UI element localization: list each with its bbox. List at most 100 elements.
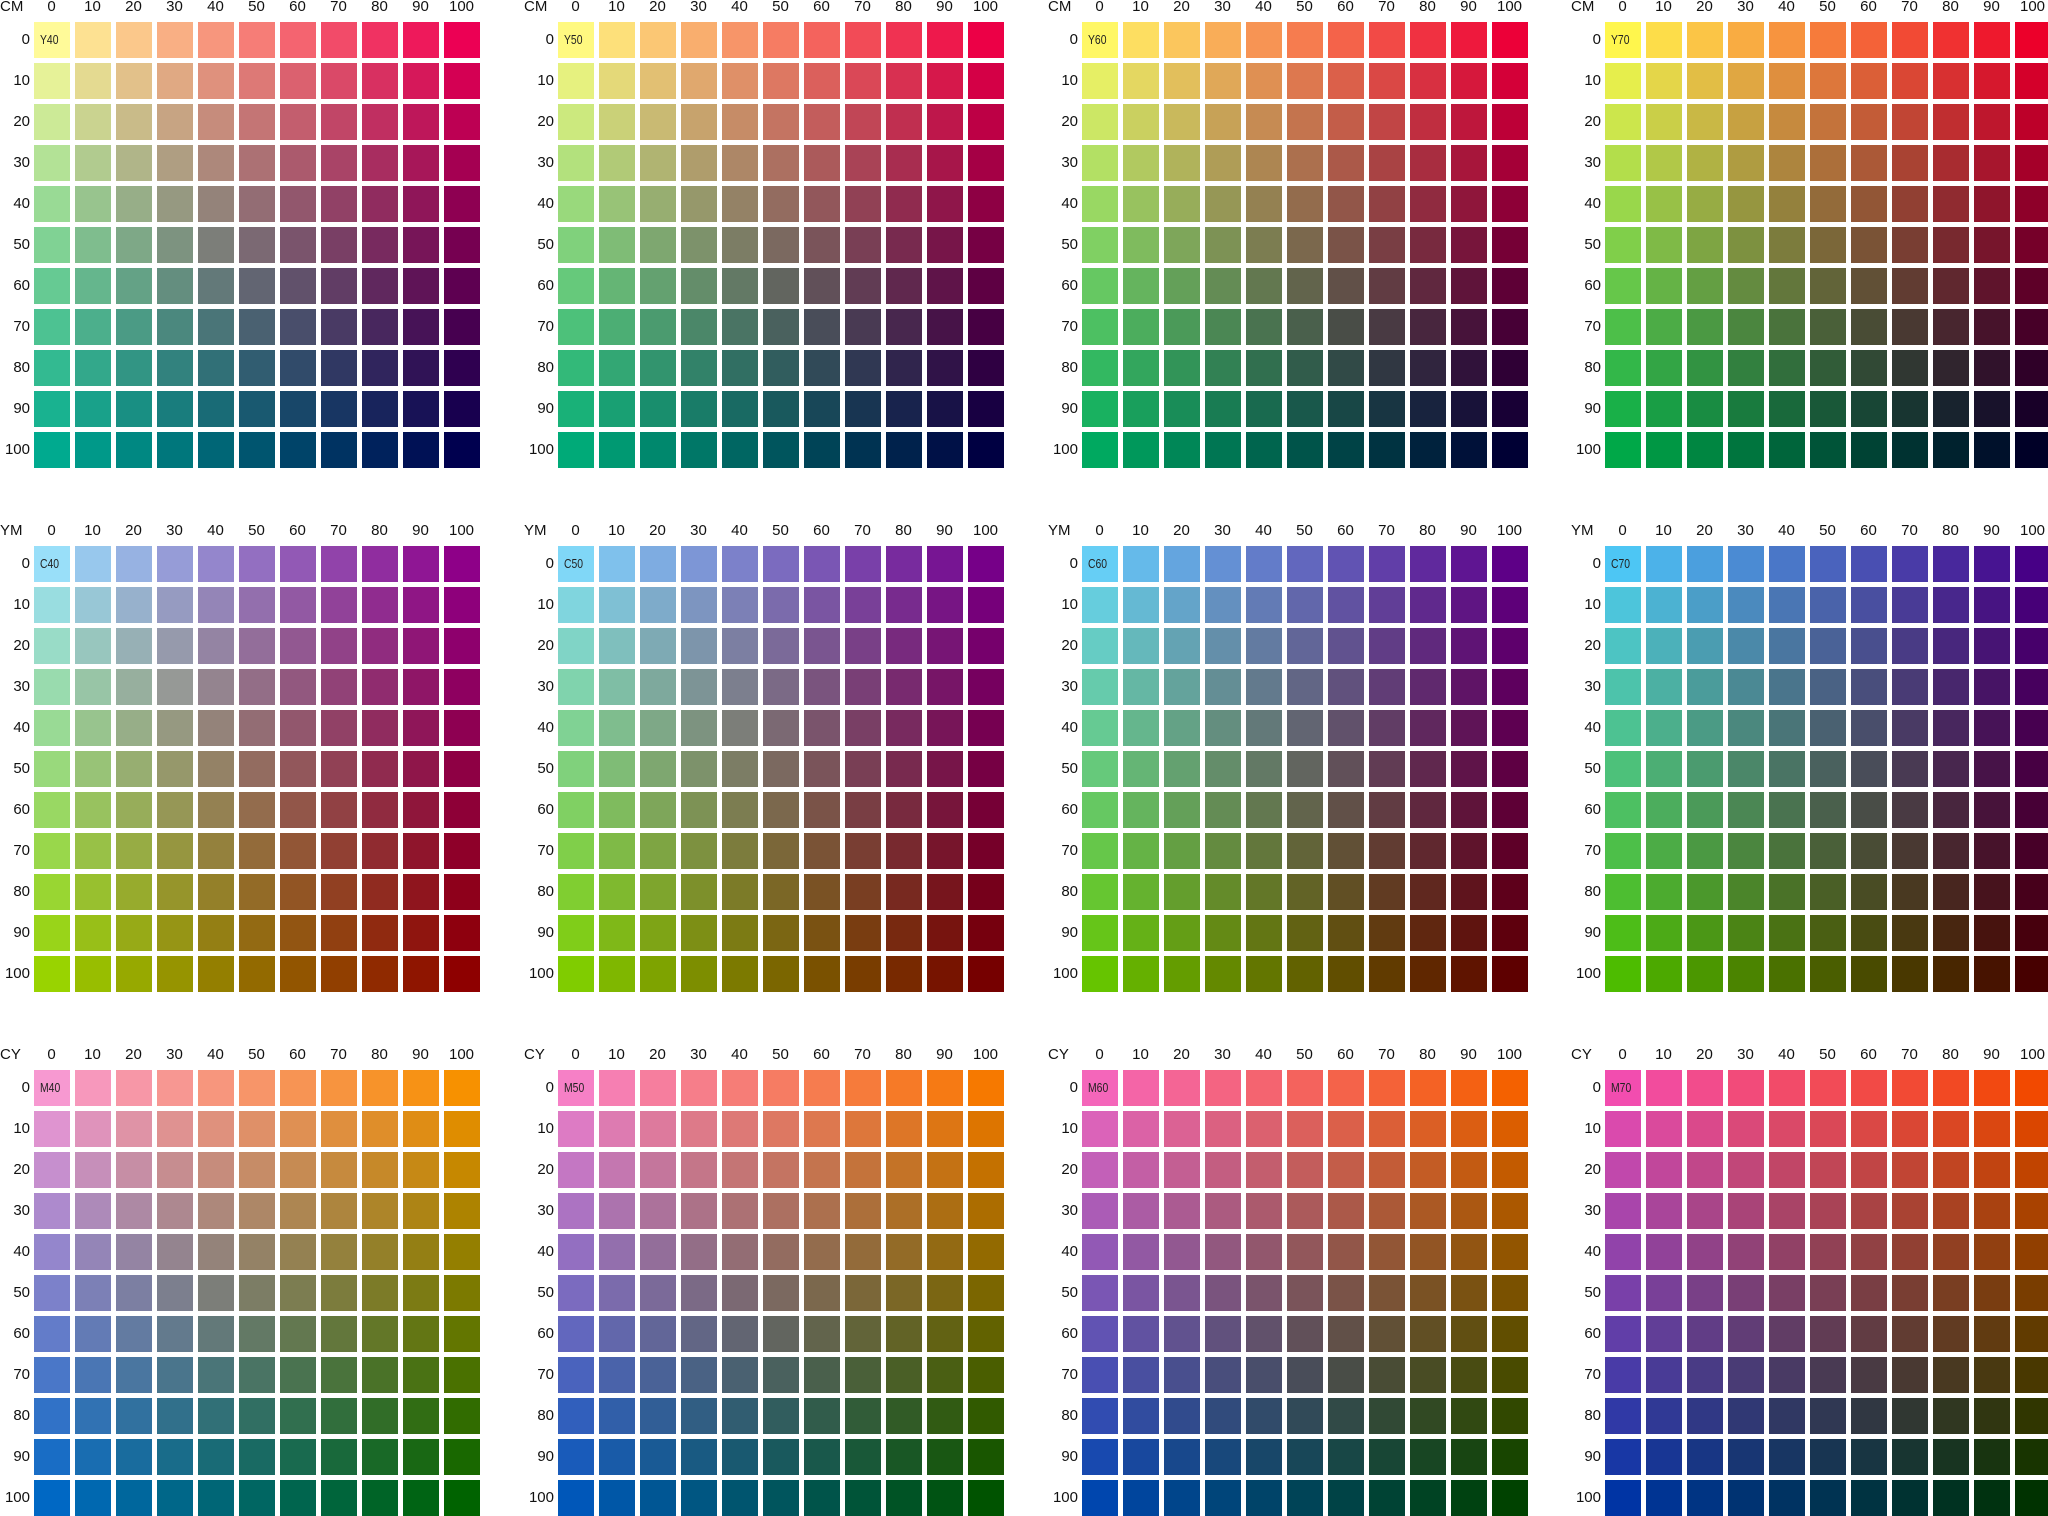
- color-swatch: [927, 145, 963, 181]
- color-swatch: [75, 227, 111, 263]
- axis-corner-label: YM: [0, 522, 23, 539]
- column-label: 30: [1214, 1046, 1231, 1063]
- row-label: 70: [1061, 842, 1078, 859]
- color-swatch: [968, 710, 1004, 746]
- row-label: 30: [1584, 154, 1601, 171]
- color-swatch: [1287, 432, 1323, 468]
- color-swatch: [198, 1070, 234, 1106]
- row-label: 80: [1584, 359, 1601, 376]
- color-swatch: [558, 1111, 594, 1147]
- color-swatch: [444, 669, 480, 705]
- color-swatch: [2015, 1316, 2048, 1352]
- color-swatch: [1605, 751, 1641, 787]
- row-label: 90: [13, 1448, 30, 1465]
- color-swatch: [681, 669, 717, 705]
- row-label: 20: [1061, 637, 1078, 654]
- color-swatch: [1892, 268, 1928, 304]
- column-label: 70: [330, 522, 347, 539]
- color-swatch: [681, 391, 717, 427]
- color-swatch: [1246, 1439, 1282, 1475]
- color-swatch: [444, 391, 480, 427]
- color-swatch: [763, 350, 799, 386]
- color-swatch: [157, 1275, 193, 1311]
- color-swatch: [157, 956, 193, 992]
- color-swatch: [1123, 1398, 1159, 1434]
- color-swatch: [804, 956, 840, 992]
- column-label: 70: [1378, 522, 1395, 539]
- color-swatch: [444, 1275, 480, 1311]
- color-swatch: [1687, 1439, 1723, 1475]
- row-label: 30: [1061, 1202, 1078, 1219]
- color-swatch: [321, 1275, 357, 1311]
- color-swatch: [1287, 956, 1323, 992]
- color-swatch: [927, 874, 963, 910]
- color-swatch: [1851, 1193, 1887, 1229]
- color-swatch: [1492, 1193, 1528, 1229]
- color-swatch: [1769, 309, 1805, 345]
- color-swatch: [886, 751, 922, 787]
- column-label: 20: [649, 0, 666, 15]
- color-swatch: [1687, 350, 1723, 386]
- color-swatch: [1205, 268, 1241, 304]
- color-swatch: [763, 546, 799, 582]
- axis-corner-label: CY: [524, 1046, 545, 1063]
- color-swatch: [1851, 833, 1887, 869]
- color-swatch: [1605, 710, 1641, 746]
- color-swatch: [1205, 956, 1241, 992]
- color-swatch: [362, 22, 398, 58]
- color-swatch: [75, 186, 111, 222]
- color-swatch: [116, 1480, 152, 1516]
- column-label: 90: [1983, 1046, 2000, 1063]
- color-swatch: [1492, 227, 1528, 263]
- color-swatch: [34, 1398, 70, 1434]
- row-label: 50: [537, 236, 554, 253]
- color-swatch: [968, 1398, 1004, 1434]
- color-swatch: [1933, 22, 1969, 58]
- color-swatch: [239, 1070, 275, 1106]
- color-swatch: [444, 63, 480, 99]
- color-swatch: [444, 546, 480, 582]
- color-swatch: [1892, 145, 1928, 181]
- color-swatch: [1246, 956, 1282, 992]
- color-swatch: [1851, 1357, 1887, 1393]
- color-swatch: [1164, 1439, 1200, 1475]
- color-swatch: [1492, 915, 1528, 951]
- column-label: 50: [772, 1046, 789, 1063]
- color-swatch: [558, 1398, 594, 1434]
- color-swatch: [403, 587, 439, 623]
- color-swatch: [1687, 710, 1723, 746]
- color-swatch: [362, 1275, 398, 1311]
- color-swatch: [722, 792, 758, 828]
- row-label: 90: [1061, 400, 1078, 417]
- color-swatch: [722, 956, 758, 992]
- color-swatch: [804, 546, 840, 582]
- row-label: 90: [1584, 1448, 1601, 1465]
- color-swatch: [75, 1316, 111, 1352]
- color-swatch: [804, 186, 840, 222]
- color-swatch: [1369, 833, 1405, 869]
- color-swatch: [1082, 792, 1118, 828]
- color-swatch: [1410, 1357, 1446, 1393]
- color-swatch: [681, 1111, 717, 1147]
- color-swatch: [804, 833, 840, 869]
- color-swatch: [1851, 1111, 1887, 1147]
- color-swatch: [239, 432, 275, 468]
- color-swatch: [1369, 227, 1405, 263]
- color-swatch: [804, 227, 840, 263]
- color-swatch: [2015, 1234, 2048, 1270]
- color-swatch: [403, 833, 439, 869]
- color-swatch: [362, 63, 398, 99]
- color-swatch: [280, 710, 316, 746]
- color-swatch: [2015, 268, 2048, 304]
- color-swatch: [239, 1398, 275, 1434]
- color-swatch: [2015, 1275, 2048, 1311]
- row-label: 30: [537, 154, 554, 171]
- color-swatch: [2015, 1439, 2048, 1475]
- color-swatch: [1246, 710, 1282, 746]
- color-swatch: [681, 587, 717, 623]
- color-swatch: [1246, 1193, 1282, 1229]
- row-label: 70: [537, 1366, 554, 1383]
- color-swatch: [1082, 710, 1118, 746]
- color-swatch: [845, 145, 881, 181]
- row-label: 60: [13, 801, 30, 818]
